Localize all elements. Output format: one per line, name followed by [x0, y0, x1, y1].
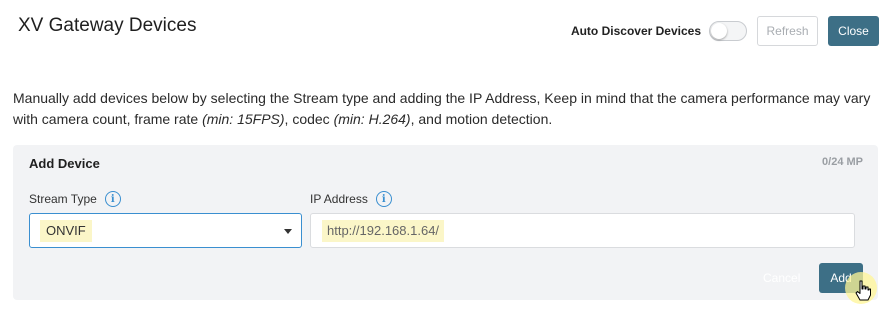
- chevron-down-icon: [284, 229, 292, 234]
- add-device-title: Add Device: [29, 156, 100, 171]
- add-device-panel: Add Device 0/24 MP Stream Type i ONVIF I…: [13, 145, 878, 300]
- instructions-part-2: , codec: [284, 111, 334, 127]
- ip-address-label-text: IP Address: [310, 192, 368, 206]
- pointer-cursor-icon: [855, 280, 871, 301]
- stream-type-select[interactable]: ONVIF: [29, 213, 302, 248]
- auto-discover-toggle[interactable]: [709, 21, 747, 41]
- ip-address-value: http://192.168.1.64/: [322, 220, 445, 242]
- instructions-text: Manually add devices below by selecting …: [13, 88, 883, 130]
- page-title: XV Gateway Devices: [18, 15, 197, 36]
- info-icon[interactable]: i: [375, 191, 392, 207]
- header-actions: Auto Discover Devices Refresh Close: [571, 16, 879, 46]
- stream-type-value: ONVIF: [40, 220, 92, 242]
- info-icon[interactable]: i: [104, 191, 121, 207]
- auto-discover-label: Auto Discover Devices: [570, 24, 701, 38]
- close-button[interactable]: Close: [828, 16, 879, 46]
- megapixel-count: 0/24 MP: [822, 156, 863, 168]
- stream-type-label: Stream Type i: [29, 191, 121, 207]
- toggle-knob: [711, 23, 727, 39]
- ip-address-input[interactable]: http://192.168.1.64/: [310, 213, 855, 248]
- stream-type-label-text: Stream Type: [29, 192, 97, 206]
- instructions-part-3: , and motion detection.: [410, 111, 553, 127]
- framerate-note: (min: 15FPS): [202, 111, 285, 127]
- cancel-button[interactable]: Cancel: [763, 271, 800, 285]
- refresh-button[interactable]: Refresh: [757, 16, 818, 46]
- ip-address-label: IP Address i: [310, 191, 392, 207]
- codec-note: (min: H.264): [333, 111, 411, 127]
